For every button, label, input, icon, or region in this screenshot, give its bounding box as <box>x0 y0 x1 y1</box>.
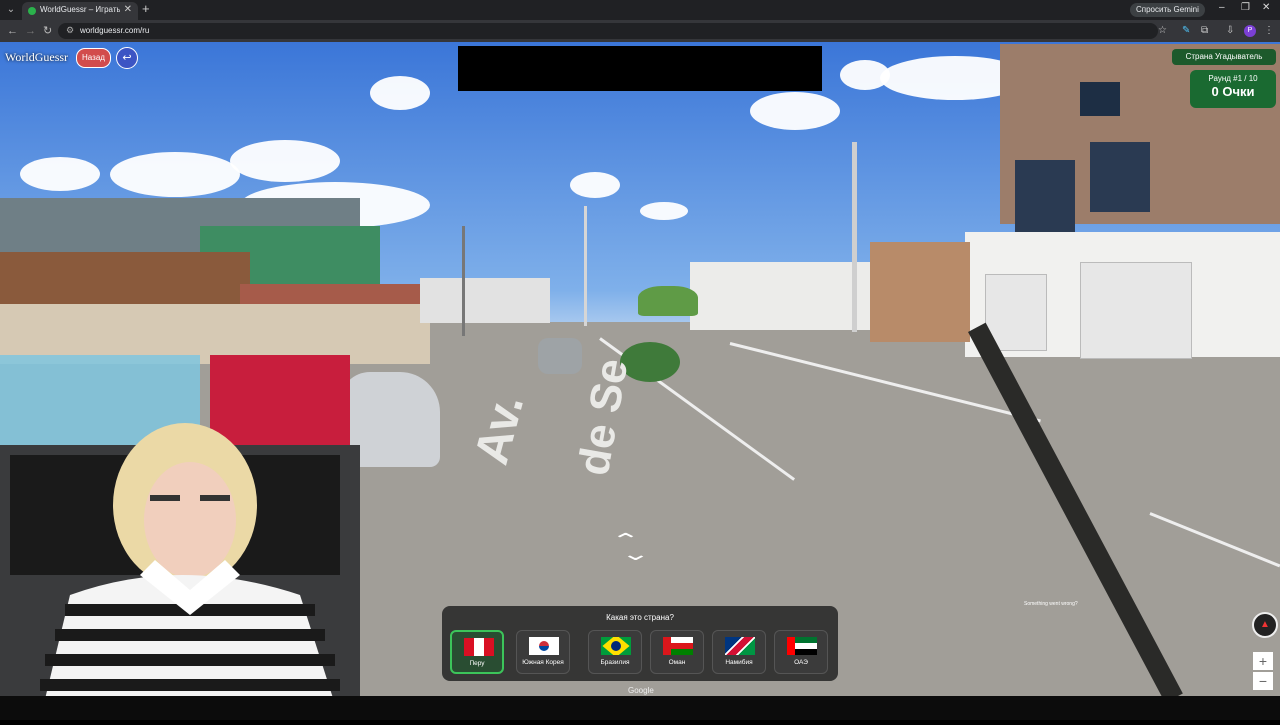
brazil-flag-icon <box>601 637 631 655</box>
tab-search-icon[interactable]: ⌄ <box>4 3 18 17</box>
hidden-banner <box>458 46 822 91</box>
street-light <box>584 206 587 326</box>
bottom-dark-bar <box>0 696 1280 720</box>
uae-flag-icon <box>787 637 817 655</box>
window <box>1015 160 1075 232</box>
cloud <box>570 172 620 198</box>
choice-label: Перу <box>469 660 485 667</box>
browser-menu-icon[interactable]: ⋮ <box>1264 25 1274 37</box>
window <box>1090 142 1150 212</box>
distant-buildings <box>420 278 550 323</box>
choice-oman[interactable]: Оман <box>650 630 704 674</box>
favicon-icon <box>28 7 36 15</box>
webcam-image <box>0 355 360 720</box>
tiled-roof <box>0 252 250 312</box>
downloads-icon[interactable]: ⇩ <box>1226 25 1234 37</box>
backward-arrow-icon[interactable]: ⌄ <box>620 544 650 565</box>
window-close-icon[interactable]: ✕ <box>1262 2 1270 13</box>
google-attribution: Google <box>628 686 654 695</box>
cloud <box>110 152 240 197</box>
maximize-icon[interactable]: ❐ <box>1241 2 1250 13</box>
compass-icon[interactable]: ▲ <box>1252 612 1278 638</box>
choice-label: Намибия <box>725 659 753 666</box>
score-panel: Раунд #1 / 10 0 Очки <box>1190 70 1276 108</box>
tab-title: WorldGuessr – Играть в Ge <box>40 5 120 14</box>
extension-icon[interactable]: ✎ <box>1182 25 1190 37</box>
choice-label: ОАЭ <box>794 659 808 666</box>
browser-tab-bar: ⌄ WorldGuessr – Играть в Ge ✕ + Спросить… <box>0 0 1280 20</box>
window <box>1080 82 1120 116</box>
cloud <box>370 76 430 110</box>
move-arrows[interactable]: ⌃ ⌄ <box>610 530 662 570</box>
profile-avatar[interactable]: P <box>1244 25 1256 37</box>
cloud <box>750 92 840 130</box>
site-info-icon[interactable]: ⚙ <box>66 25 74 36</box>
round-counter: Раунд #1 / 10 <box>1208 74 1258 83</box>
garage-door <box>1080 262 1192 359</box>
quiz-question: Какая это страна? <box>606 613 674 622</box>
browser-address-bar: ← → ↻ ⚙ worldguessr.com/ru ☆ ✎ ⧉ ⇩ ⋮ <box>0 20 1280 42</box>
choice-label: Южная Корея <box>522 659 564 666</box>
forward-arrow-icon[interactable]: → <box>25 24 36 38</box>
new-tab-icon[interactable]: + <box>142 1 150 16</box>
bookmark-star-icon[interactable]: ☆ <box>1158 25 1167 37</box>
game-mode-label: Страна Угадыватель <box>1172 49 1276 65</box>
choice-south-korea[interactable]: Южная Корея <box>516 630 570 674</box>
choice-label: Бразилия <box>600 659 630 666</box>
url-text: worldguessr.com/ru <box>80 26 150 35</box>
points-counter: 0 Очки <box>1211 84 1255 99</box>
extensions-puzzle-icon[interactable]: ⧉ <box>1201 25 1208 37</box>
streamer-webcam-overlay <box>0 355 360 720</box>
minimize-icon[interactable]: – <box>1219 2 1225 13</box>
choice-peru[interactable]: Перу <box>450 630 504 674</box>
car <box>538 338 582 374</box>
reload-icon[interactable]: ↻ <box>43 24 52 38</box>
back-arrow-icon[interactable]: ← <box>7 24 18 38</box>
utility-pole <box>852 142 857 332</box>
peru-flag-icon <box>464 638 494 656</box>
choice-label: Оман <box>668 659 686 666</box>
cloud <box>640 202 688 220</box>
back-button[interactable]: Назад <box>76 48 111 68</box>
country-quiz-panel: Какая это страна? Перу Южная Корея Брази… <box>442 606 838 681</box>
tab-close-icon[interactable]: ✕ <box>124 4 132 15</box>
ask-gemini-button[interactable]: Спросить Gemini <box>1130 3 1205 17</box>
cloud <box>230 140 340 182</box>
zoom-out-button[interactable]: − <box>1253 672 1273 690</box>
choice-brazil[interactable]: Бразилия <box>588 630 642 674</box>
namibia-flag-icon <box>725 637 755 655</box>
tiled-roof <box>240 284 430 304</box>
site-logo[interactable]: WorldGuessr <box>5 50 68 65</box>
return-to-start-icon[interactable]: ↩ <box>116 47 138 69</box>
error-report-link[interactable]: Something went wrong? <box>1024 601 1078 607</box>
zoom-in-button[interactable]: + <box>1253 652 1273 670</box>
cloud <box>20 157 100 191</box>
utility-pole <box>462 226 465 336</box>
choice-namibia[interactable]: Намибия <box>712 630 766 674</box>
south-korea-flag-icon <box>529 637 559 655</box>
oman-flag-icon <box>663 637 693 655</box>
low-buildings <box>690 262 870 330</box>
url-field[interactable]: ⚙ worldguessr.com/ru <box>58 23 1158 39</box>
brick-building <box>870 242 970 342</box>
tree <box>638 286 698 316</box>
choice-uae[interactable]: ОАЭ <box>774 630 828 674</box>
browser-tab[interactable]: WorldGuessr – Играть в Ge ✕ <box>22 2 138 20</box>
